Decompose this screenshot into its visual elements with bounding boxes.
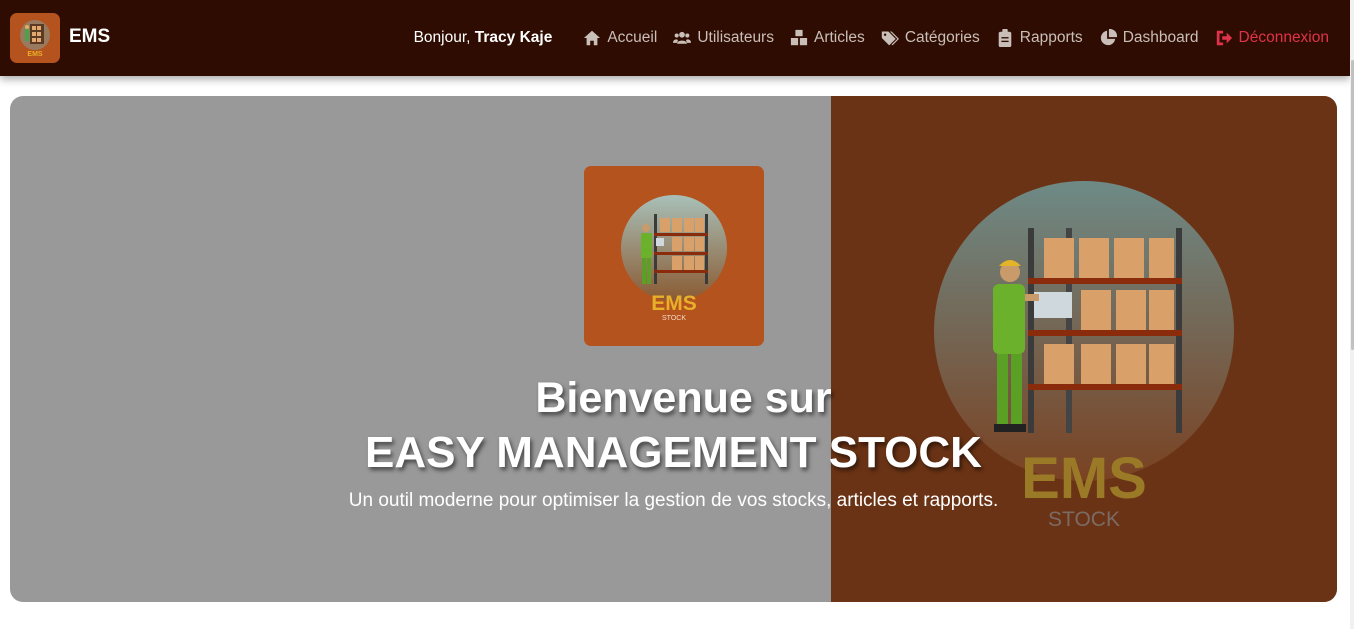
svg-text:EMS: EMS xyxy=(27,51,43,58)
nav-link-label: Accueil xyxy=(607,29,658,46)
user-name: Tracy Kaje xyxy=(474,29,553,46)
hero-title-line1: Bienvenue sur xyxy=(535,374,832,422)
nav-link-rapports[interactable]: Rapports xyxy=(996,29,1083,47)
nav-link-categories[interactable]: Catégories xyxy=(881,29,980,47)
hero-logo: EMS STOCK xyxy=(584,166,764,346)
page-scrollbar[interactable] xyxy=(1350,0,1354,629)
top-navbar: EMS EMS Bonjour, Tracy Kaje Accueil Util… xyxy=(0,0,1350,76)
nav-link-label: Dashboard xyxy=(1122,29,1199,46)
nav-link-dashboard[interactable]: Dashboard xyxy=(1099,29,1199,47)
boxes-icon xyxy=(790,29,808,46)
pie-chart-icon xyxy=(1100,29,1117,46)
nav-link-label: Déconnexion xyxy=(1238,29,1329,46)
nav-link-label: Utilisateurs xyxy=(697,29,774,46)
tags-icon xyxy=(881,31,899,46)
hero-title-line2: EASY MANAGEMENT STOCK xyxy=(365,428,982,477)
nav-link-accueil[interactable]: Accueil xyxy=(583,29,657,47)
logo-text: EMS xyxy=(651,292,697,315)
nav-link-deconnexion[interactable]: Déconnexion xyxy=(1215,29,1329,47)
hero-illustration-panel: EMS STOCK xyxy=(831,96,1337,602)
home-icon xyxy=(584,30,601,46)
nav-menu: Bonjour, Tracy Kaje Accueil Utilisateurs… xyxy=(414,0,1329,76)
clipboard-icon xyxy=(998,29,1012,47)
brand-logo[interactable]: EMS xyxy=(10,13,60,63)
nav-link-label: Catégories xyxy=(904,29,980,46)
brand-name[interactable]: EMS xyxy=(69,26,110,48)
warehouse-illustration: EMS STOCK xyxy=(934,181,1234,531)
logout-icon xyxy=(1216,30,1232,46)
nav-link-label: Articles xyxy=(813,29,865,46)
greeting-prefix: Bonjour, xyxy=(413,29,471,46)
nav-link-label: Rapports xyxy=(1019,29,1083,46)
ems-logo-image: EMS STOCK xyxy=(621,195,727,322)
hero-subtitle: Un outil moderne pour optimiser la gesti… xyxy=(348,490,999,511)
hero-banner: EMS STOCK EMS STOCK Bienvenue sur EASY M… xyxy=(10,96,1337,602)
users-icon xyxy=(673,31,692,44)
nav-link-articles[interactable]: Articles xyxy=(790,29,865,47)
user-greeting: Bonjour, Tracy Kaje xyxy=(414,29,553,47)
logo-subtext: STOCK xyxy=(662,315,686,322)
nav-link-utilisateurs[interactable]: Utilisateurs xyxy=(673,29,774,47)
